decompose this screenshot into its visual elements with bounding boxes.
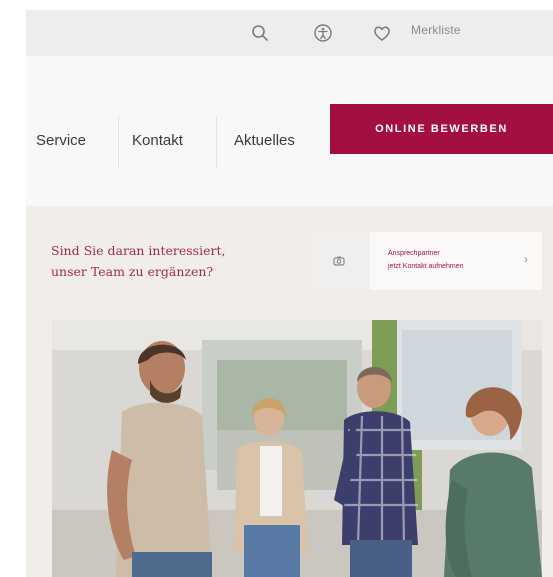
invite-line-1: Sind Sie daran interessiert, <box>51 243 226 258</box>
team-invite-text: Sind Sie daran interessiert, unser Team … <box>51 240 281 282</box>
page-viewport: Merkliste Service Kontakt Aktuelles ONLI… <box>26 10 553 577</box>
contact-icon-cell <box>308 232 370 290</box>
nav-divider <box>216 116 217 168</box>
invite-line-2: unser Team zu ergänzen? <box>51 264 214 279</box>
nav-item-service[interactable]: Service <box>36 132 86 149</box>
apply-online-button[interactable]: ONLINE BEWERBEN <box>330 104 553 154</box>
heart-icon[interactable] <box>371 22 393 44</box>
bookmarks-link[interactable]: Merkliste <box>411 23 461 37</box>
team-photo-illustration <box>52 320 542 577</box>
utility-bar: Merkliste <box>26 10 553 56</box>
contact-person-icon <box>333 256 345 266</box>
team-photo <box>52 320 542 577</box>
contact-person-card[interactable]: Ansprechpartner jetzt Kontakt aufnehmen … <box>308 232 542 290</box>
contact-subtitle: jetzt Kontakt aufnehmen <box>388 263 464 270</box>
nav-divider <box>118 116 119 168</box>
nav-item-kontakt[interactable]: Kontakt <box>132 132 183 149</box>
accessibility-icon[interactable] <box>312 22 334 44</box>
contact-title: Ansprechpartner <box>388 250 440 257</box>
search-icon[interactable] <box>249 22 271 44</box>
chevron-right-icon: › <box>524 252 528 266</box>
nav-item-aktuelles[interactable]: Aktuelles <box>234 132 295 149</box>
